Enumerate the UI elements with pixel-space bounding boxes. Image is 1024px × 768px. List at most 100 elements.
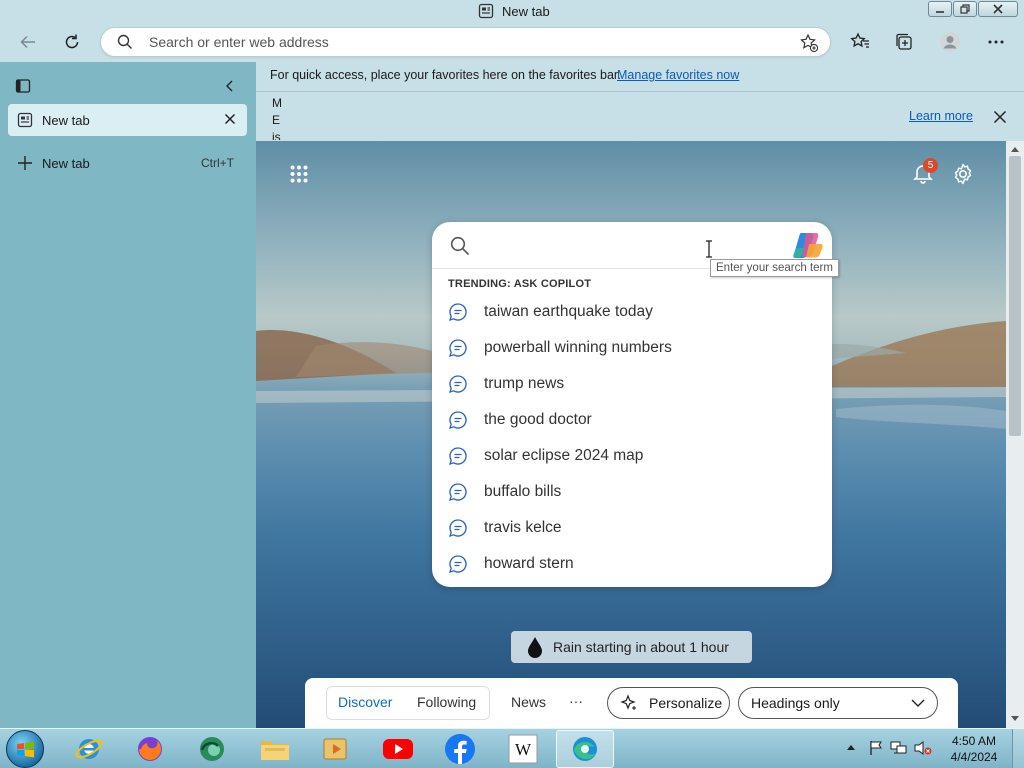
suggestion-item[interactable]: howard stern — [448, 546, 574, 582]
chevron-down-icon — [911, 698, 925, 708]
taskbar-wikipedia[interactable]: W — [506, 732, 540, 766]
taskbar-facebook[interactable] — [443, 732, 477, 766]
tab-following[interactable]: Following — [417, 694, 476, 710]
edge-beta-icon — [200, 737, 224, 761]
manage-favorites-link[interactable]: Manage favorites now — [617, 68, 739, 82]
clock-date: 4/4/2024 — [950, 750, 998, 764]
facebook-icon — [445, 734, 475, 764]
suggestion-item[interactable]: trump news — [448, 366, 564, 402]
window-title-text: New tab — [502, 3, 550, 19]
start-button[interactable] — [6, 730, 44, 768]
minimize-icon — [936, 11, 944, 13]
taskbar-firefox[interactable] — [133, 732, 167, 766]
chat-bubble-icon — [448, 554, 468, 574]
new-tab-button[interactable]: New tab Ctrl+T — [8, 150, 247, 176]
favorites-icon — [850, 32, 869, 48]
apps-launcher-button[interactable] — [290, 165, 308, 183]
chevron-up-icon — [847, 745, 855, 750]
chat-bubble-icon — [448, 518, 468, 538]
windows-logo-icon — [17, 741, 34, 758]
taskbar-media-player[interactable] — [319, 732, 353, 766]
sparkle-icon — [620, 694, 638, 712]
svg-text:W: W — [515, 740, 532, 759]
network-icon[interactable] — [890, 740, 908, 756]
suggestion-item[interactable]: buffalo bills — [448, 474, 561, 510]
suggestion-item[interactable]: taiwan earthquake today — [448, 294, 653, 330]
info-banner: M E is Learn more — [256, 93, 1024, 141]
more-tabs-button[interactable]: ··· — [569, 693, 583, 709]
personalize-button[interactable]: Personalize — [607, 687, 730, 719]
restore-button[interactable] — [953, 1, 977, 17]
address-input[interactable] — [149, 28, 749, 56]
tab-news[interactable]: News — [511, 694, 546, 710]
plus-icon — [17, 155, 33, 171]
add-favorite-button[interactable] — [799, 33, 819, 53]
suggestion-item[interactable]: powerball winning numbers — [448, 330, 672, 366]
back-button[interactable] — [14, 28, 42, 56]
show-desktop-button[interactable] — [1012, 729, 1024, 768]
more-horizontal-icon — [988, 40, 1004, 44]
scrollbar-thumb[interactable] — [1009, 156, 1021, 436]
raindrop-icon — [527, 636, 543, 658]
taskbar-edge-beta[interactable] — [195, 732, 229, 766]
app-grid-icon — [290, 165, 308, 183]
close-icon — [993, 110, 1007, 124]
folder-icon — [261, 741, 289, 760]
collections-button[interactable] — [890, 28, 918, 56]
scroll-up-icon — [1011, 147, 1019, 152]
collections-icon — [896, 33, 912, 50]
profile-button[interactable] — [936, 28, 964, 56]
tab-actions-button[interactable] — [9, 72, 37, 100]
copilot-button[interactable] — [792, 230, 824, 260]
search-icon — [450, 236, 470, 256]
volume-muted-icon[interactable] — [914, 740, 932, 756]
close-window-button[interactable] — [978, 1, 1018, 17]
refresh-button[interactable] — [58, 28, 86, 56]
layout-select[interactable]: Headings only — [738, 687, 938, 719]
chevron-left-icon — [226, 80, 233, 92]
suggestion-text: buffalo bills — [484, 483, 562, 500]
learn-more-link[interactable]: Learn more — [909, 109, 973, 123]
weather-text: Rain starting in about 1 hour — [553, 639, 729, 655]
address-bar[interactable] — [100, 27, 831, 57]
weather-alert[interactable]: Rain starting in about 1 hour — [511, 631, 752, 663]
chat-bubble-icon — [448, 302, 468, 322]
firefox-icon — [138, 737, 162, 761]
page-scrollbar[interactable] — [1006, 141, 1024, 728]
feed-navigation: Discover Following News ··· Personalize … — [305, 678, 958, 728]
suggestion-text: solar eclipse 2024 map — [484, 447, 644, 464]
info-banner-text: M E is — [272, 96, 282, 140]
taskbar-youtube[interactable] — [381, 732, 415, 766]
taskbar-file-explorer[interactable] — [258, 732, 292, 766]
search-icon — [117, 34, 133, 50]
wikipedia-icon: W — [508, 734, 538, 764]
notification-badge: 5 — [923, 158, 938, 173]
page-settings-button[interactable] — [952, 163, 974, 185]
tab-label: New tab — [42, 112, 90, 128]
suggestion-item[interactable]: solar eclipse 2024 map — [448, 438, 643, 474]
close-icon — [224, 113, 236, 125]
edge-icon — [573, 737, 597, 761]
close-tab-button[interactable] — [224, 113, 236, 125]
taskbar-microsoft-edge[interactable] — [556, 730, 614, 768]
tab-discover[interactable]: Discover — [338, 694, 392, 710]
scroll-down-icon — [1011, 716, 1019, 721]
close-icon — [993, 4, 1003, 14]
minimize-button[interactable] — [928, 1, 952, 17]
layout-select-value: Headings only — [751, 695, 840, 711]
youtube-icon — [383, 739, 413, 759]
personalize-label: Personalize — [649, 695, 723, 711]
collapse-pane-button[interactable] — [216, 72, 244, 100]
clock[interactable]: 4:50 AM 4/4/2024 — [944, 733, 1004, 765]
show-hidden-icons-button[interactable] — [846, 743, 856, 751]
action-center-flag-icon[interactable] — [868, 740, 884, 756]
settings-more-button[interactable] — [982, 28, 1010, 56]
favorites-button[interactable] — [846, 28, 874, 56]
tab-actions-icon — [15, 79, 31, 93]
taskbar-internet-explorer[interactable] — [72, 732, 106, 766]
notifications-button[interactable]: 5 — [912, 158, 938, 184]
dismiss-banner-button[interactable] — [993, 110, 1007, 124]
suggestion-item[interactable]: travis kelce — [448, 510, 562, 546]
suggestion-item[interactable]: the good doctor — [448, 402, 592, 438]
tab-new-tab[interactable]: New tab — [8, 104, 247, 136]
